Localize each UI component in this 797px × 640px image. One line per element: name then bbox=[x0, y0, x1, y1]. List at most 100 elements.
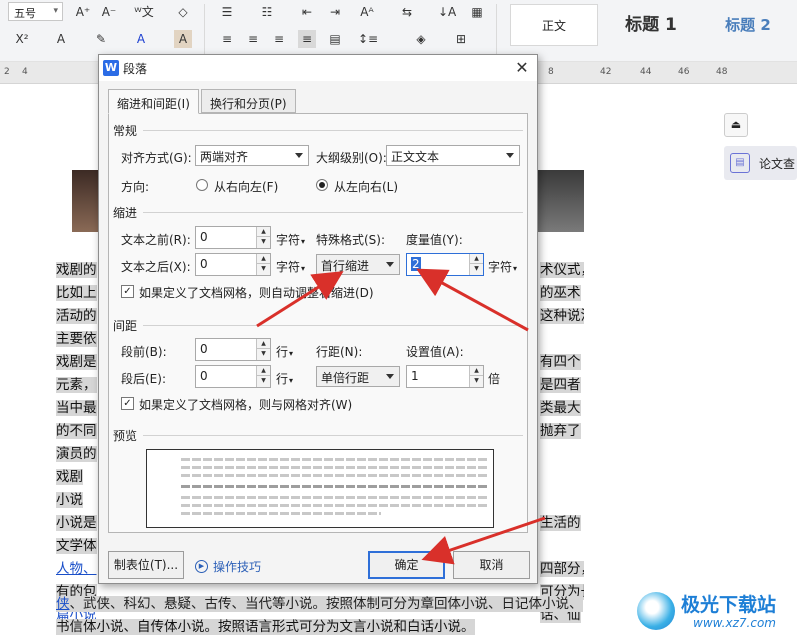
indent-after-input[interactable]: 0 ▲ ▼ bbox=[195, 253, 271, 276]
preview-line bbox=[181, 466, 487, 469]
document-link[interactable]: 人物、 bbox=[56, 561, 97, 577]
auto-indent-checkbox[interactable]: ✓ bbox=[121, 285, 134, 298]
spin-down-icon[interactable]: ▼ bbox=[257, 349, 270, 359]
indent-before-input[interactable]: 0 ▲ ▼ bbox=[195, 226, 271, 249]
line-spacing-select[interactable]: 单倍行距 bbox=[316, 366, 400, 387]
document-link[interactable]: 侠 bbox=[56, 596, 70, 612]
rtl-radio[interactable] bbox=[196, 179, 208, 191]
spin-down-icon[interactable]: ▼ bbox=[257, 237, 270, 247]
space-before-input[interactable]: 0 ▲ ▼ bbox=[195, 338, 271, 361]
ltr-radio[interactable] bbox=[316, 179, 328, 191]
document-line: 有四个 bbox=[540, 351, 584, 374]
outline-label: 大纲级别(O): bbox=[316, 151, 387, 165]
divider bbox=[496, 4, 497, 54]
ltr-label[interactable]: 从左向右(L) bbox=[334, 178, 398, 195]
chevron-down-icon: ▾ bbox=[301, 237, 306, 246]
close-icon[interactable]: ✕ bbox=[511, 57, 533, 79]
eraser-icon[interactable]: ◇ bbox=[174, 3, 192, 21]
numbered-list-icon[interactable]: ☷ bbox=[258, 3, 276, 21]
document-line: 这种说法 bbox=[540, 305, 584, 328]
watermark: 极光下载站 www.xz7.com bbox=[637, 588, 795, 638]
shading-icon[interactable]: ◈ bbox=[412, 30, 430, 48]
font-color-icon[interactable]: A bbox=[132, 30, 150, 48]
phonetic-guide-icon[interactable]: ᵂ文 bbox=[130, 3, 158, 21]
indent-after-unit[interactable]: 字符▾ bbox=[276, 258, 305, 275]
tab-indent-spacing[interactable]: 缩进和间距(I) bbox=[108, 89, 199, 114]
spin-down-icon[interactable]: ▼ bbox=[470, 376, 483, 386]
section-general: 常规 bbox=[113, 124, 138, 138]
document-line: 小说是 bbox=[56, 512, 97, 535]
font-size-select[interactable]: 五号 ▾ bbox=[8, 2, 63, 21]
spinner[interactable]: ▲ ▼ bbox=[256, 339, 270, 360]
play-icon[interactable]: ▶ bbox=[195, 560, 208, 573]
style-heading-2[interactable]: 标题 2 bbox=[705, 4, 791, 46]
show-marks-icon[interactable]: ▦ bbox=[468, 3, 486, 21]
snap-grid-checkbox[interactable]: ✓ bbox=[121, 397, 134, 410]
snap-grid-label[interactable]: 如果定义了文档网格，则与网格对齐(W) bbox=[139, 396, 352, 413]
grow-font-icon[interactable]: A⁺ bbox=[74, 3, 92, 21]
special-format-select[interactable]: 首行缩进 bbox=[316, 254, 400, 275]
space-before-value: 0 bbox=[200, 342, 208, 356]
collapse-panel-icon[interactable]: ⏏ bbox=[724, 113, 748, 137]
bullet-list-icon[interactable]: ☰ bbox=[218, 3, 236, 21]
align-label: 对齐方式(G): bbox=[121, 151, 192, 165]
style-heading-1[interactable]: 标题 1 bbox=[608, 4, 694, 46]
style-normal[interactable]: 正文 bbox=[510, 4, 598, 46]
text-effect-icon[interactable]: A bbox=[52, 30, 70, 48]
distributed-icon[interactable]: ▤ bbox=[326, 30, 344, 48]
highlight-icon[interactable]: ✎ bbox=[92, 30, 110, 48]
char-shading-icon[interactable]: A bbox=[174, 30, 192, 48]
borders-icon[interactable]: ⊞ bbox=[452, 30, 470, 48]
spinner[interactable]: ▲ ▼ bbox=[256, 254, 270, 275]
line-spacing-icon[interactable]: ↕≡ bbox=[358, 30, 378, 48]
sort-icon[interactable]: ↓A bbox=[438, 3, 456, 21]
measure-unit[interactable]: 字符▾ bbox=[488, 258, 517, 275]
spin-up-icon[interactable]: ▲ bbox=[257, 339, 270, 349]
shrink-font-icon[interactable]: A⁻ bbox=[100, 3, 118, 21]
spin-up-icon[interactable]: ▲ bbox=[470, 254, 483, 264]
preview-line bbox=[181, 458, 487, 461]
ok-button[interactable]: 确定 bbox=[368, 551, 445, 579]
spin-up-icon[interactable]: ▲ bbox=[257, 227, 270, 237]
dialog-title: 段落 bbox=[123, 62, 148, 76]
document-line: 比如上 bbox=[56, 282, 97, 305]
spin-down-icon[interactable]: ▼ bbox=[470, 264, 483, 274]
align-right-icon[interactable]: ≡ bbox=[270, 30, 288, 48]
tips-link[interactable]: 操作技巧 bbox=[213, 558, 261, 575]
tab-line-page-break[interactable]: 换行和分页(P) bbox=[201, 89, 296, 113]
spinner[interactable]: ▲ ▼ bbox=[469, 366, 483, 387]
paper-check-panel[interactable]: ▤ 论文查 bbox=[724, 146, 797, 180]
spin-up-icon[interactable]: ▲ bbox=[257, 254, 270, 264]
align-select[interactable]: 两端对齐 bbox=[195, 145, 309, 166]
case-change-icon[interactable]: Aᴬ bbox=[358, 3, 376, 21]
superscript-icon[interactable]: X² bbox=[10, 30, 34, 48]
decrease-indent-icon[interactable]: ⇤ bbox=[298, 3, 316, 21]
spin-down-icon[interactable]: ▼ bbox=[257, 264, 270, 274]
spinner[interactable]: ▲ ▼ bbox=[469, 254, 483, 275]
indent-before-unit[interactable]: 字符▾ bbox=[276, 231, 305, 248]
rtl-label[interactable]: 从右向左(F) bbox=[214, 178, 278, 195]
auto-indent-label[interactable]: 如果定义了文档网格，则自动调整右缩进(D) bbox=[139, 284, 374, 301]
align-center-icon[interactable]: ≡ bbox=[244, 30, 262, 48]
cancel-button[interactable]: 取消 bbox=[453, 551, 530, 579]
tab-stops-button[interactable]: 制表位(T)... bbox=[108, 551, 184, 579]
outline-select[interactable]: 正文文本 bbox=[386, 145, 520, 166]
justify-icon[interactable]: ≡ bbox=[298, 30, 316, 48]
measure-input[interactable]: 2 ▲ ▼ bbox=[406, 253, 484, 276]
space-after-input[interactable]: 0 ▲ ▼ bbox=[195, 365, 271, 388]
space-before-unit[interactable]: 行▾ bbox=[276, 343, 293, 360]
document-line-text: 书信体小说、自传体小说。按照语言形式可分为文言小说和白话小说。 bbox=[56, 619, 475, 635]
spinner[interactable]: ▲ ▼ bbox=[256, 366, 270, 387]
align-left-icon[interactable]: ≡ bbox=[218, 30, 236, 48]
text-direction-icon[interactable]: ⇆ bbox=[398, 3, 416, 21]
increase-indent-icon[interactable]: ⇥ bbox=[326, 3, 344, 21]
space-after-unit[interactable]: 行▾ bbox=[276, 370, 293, 387]
outline-value: 正文文本 bbox=[391, 150, 440, 164]
spinner[interactable]: ▲ ▼ bbox=[256, 227, 270, 248]
set-value-input[interactable]: 1 ▲ ▼ bbox=[406, 365, 484, 388]
spin-up-icon[interactable]: ▲ bbox=[470, 366, 483, 376]
spin-down-icon[interactable]: ▼ bbox=[257, 376, 270, 386]
dialog-titlebar[interactable]: W 段落 ✕ bbox=[99, 55, 537, 81]
special-format-value: 首行缩进 bbox=[321, 259, 370, 273]
spin-up-icon[interactable]: ▲ bbox=[257, 366, 270, 376]
